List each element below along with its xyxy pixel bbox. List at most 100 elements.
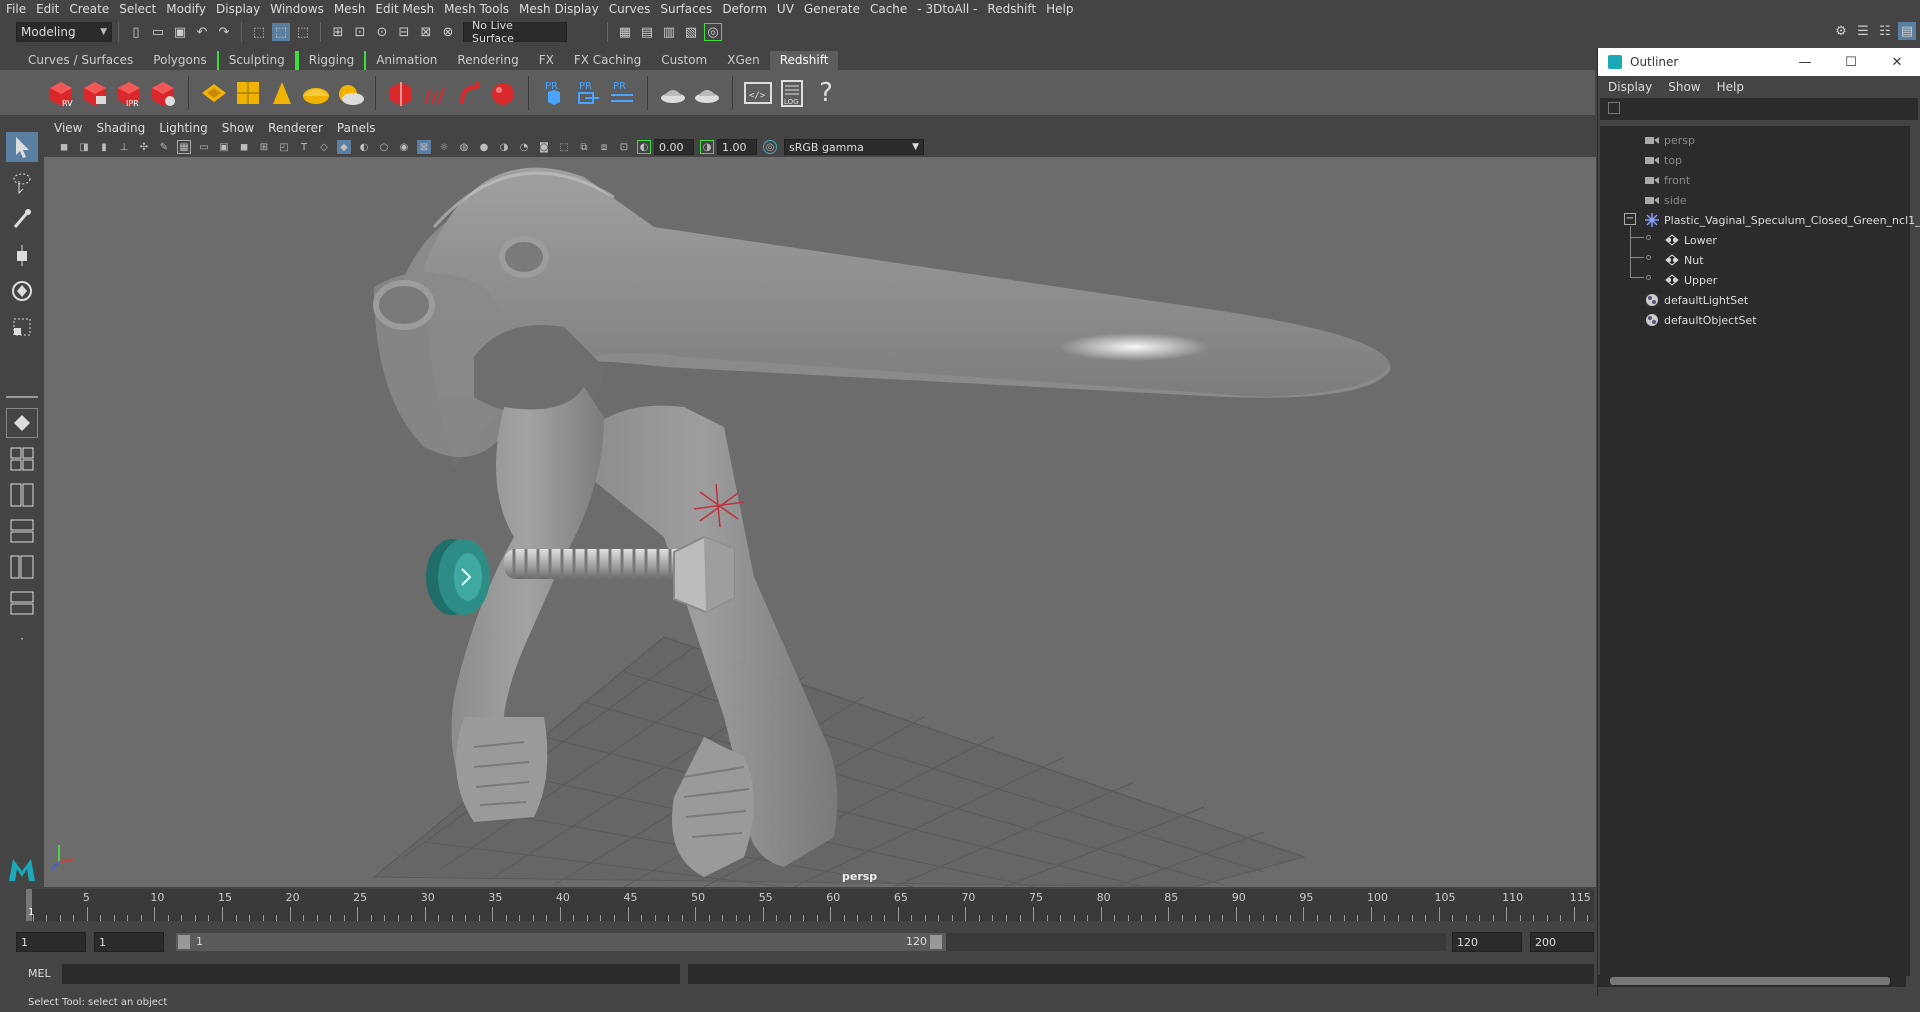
perspective-viewport[interactable] [44, 157, 1596, 887]
snap-surface-icon[interactable]: ⊠ [417, 23, 435, 41]
shelf-tab-curves-surfaces[interactable]: Curves / Surfaces [18, 51, 143, 70]
shelf-tab-redshift[interactable]: Redshift [769, 51, 839, 70]
persp-graph-layout-icon[interactable] [6, 588, 38, 618]
end-time-field[interactable]: 120 [1452, 932, 1522, 952]
hypershade-icon[interactable]: ◎ [704, 23, 722, 41]
redshift-help-icon[interactable]: ? [811, 77, 841, 109]
menu-file[interactable]: File [6, 2, 36, 16]
tool-settings-icon[interactable]: ☷ [1876, 22, 1894, 40]
range-end-handle[interactable] [930, 935, 942, 949]
scale-tool-icon[interactable] [6, 312, 38, 342]
shelf-tab-xgen[interactable]: XGen [717, 51, 770, 70]
outliner-item-side[interactable]: side [1644, 190, 1687, 210]
menu-3dtoall[interactable]: - 3DtoAll - [917, 2, 987, 16]
outliner-menu-display[interactable]: Display [1608, 80, 1668, 94]
use-default-material-icon[interactable]: ◐ [357, 140, 371, 154]
camera-select-icon[interactable]: ◼ [57, 140, 71, 154]
collapse-toggle-icon[interactable]: − [1624, 213, 1636, 225]
outliner-horizontal-scrollbar[interactable] [1598, 975, 1906, 987]
outliner-search-field[interactable] [1600, 98, 1918, 120]
outliner-item-lower[interactable]: Lower [1664, 230, 1717, 250]
anim-end-field[interactable]: 200 [1530, 932, 1594, 952]
select-object-icon[interactable]: ⬚ [272, 23, 290, 41]
shelf-tab-animation[interactable]: Animation [366, 51, 447, 70]
grease-pencil-icon[interactable]: ✎ [157, 140, 171, 154]
gamma-icon[interactable]: ◑ [700, 140, 714, 154]
render-settings-icon[interactable]: ▧ [682, 23, 700, 41]
field-chart-icon[interactable]: ⊞ [257, 140, 271, 154]
select-component-icon[interactable]: ⬚ [294, 23, 312, 41]
menu-mesh-display[interactable]: Mesh Display [519, 2, 609, 16]
shelf-tab-rigging[interactable]: Rigging [296, 51, 367, 70]
xray-joints-icon[interactable]: ⧉ [577, 140, 591, 154]
shelf-tab-sculpting[interactable]: Sculpting [216, 51, 297, 70]
menu-select[interactable]: Select [119, 2, 166, 16]
outliner-layout-icon[interactable] [6, 552, 38, 582]
shelf-tab-fx[interactable]: FX [529, 51, 564, 70]
image-plane-icon[interactable]: ⊥ [117, 140, 131, 154]
xray-active-components-icon[interactable]: ⧈ [597, 140, 611, 154]
time-slider[interactable]: 5 10 15 20 25 30 35 40 45 50 55 60 65 70 75 80 85 90 95 100… [26, 889, 1594, 921]
bookmark-icon[interactable]: ▮ [97, 140, 111, 154]
wireframe-icon[interactable]: ◇ [317, 140, 331, 154]
maximize-icon[interactable]: ☐ [1828, 55, 1874, 70]
2d-pan-zoom-icon[interactable]: ✣ [137, 140, 151, 154]
redshift-shader-ball-icon[interactable] [658, 77, 688, 109]
menu-surfaces[interactable]: Surfaces [660, 2, 722, 16]
textured-icon[interactable]: ◉ [397, 140, 411, 154]
redo-icon[interactable]: ↷ [215, 23, 233, 41]
menu-deform[interactable]: Deform [722, 2, 777, 16]
redshift-log-icon[interactable]: LOG [777, 77, 807, 109]
isolate-select-icon[interactable]: ⬚ [557, 140, 571, 154]
redshift-sphere-icon[interactable] [488, 77, 518, 109]
redshift-ies-light-icon[interactable] [267, 77, 297, 109]
redshift-volume-icon[interactable] [420, 77, 450, 109]
redshift-sun-sky-icon[interactable] [335, 77, 365, 109]
shelf-tab-polygons[interactable]: Polygons [143, 51, 216, 70]
x-ray-icon[interactable]: ⊠ [417, 140, 431, 154]
viewport-menu-renderer[interactable]: Renderer [268, 121, 337, 135]
snap-grid-icon[interactable]: ⊞ [329, 23, 347, 41]
render-frame-icon[interactable]: ▦ [616, 23, 634, 41]
visibility-dot[interactable] [1646, 255, 1651, 260]
use-all-lights-icon[interactable]: ☼ [437, 140, 451, 154]
motion-blur-icon[interactable]: ◑ [497, 140, 511, 154]
open-scene-icon[interactable]: ▭ [149, 23, 167, 41]
menu-help[interactable]: Help [1046, 2, 1083, 16]
undo-icon[interactable]: ↶ [193, 23, 211, 41]
outliner-menu-show[interactable]: Show [1668, 80, 1716, 94]
command-input[interactable] [62, 964, 680, 984]
select-tool-icon[interactable] [6, 132, 38, 162]
outliner-item-front[interactable]: front [1644, 170, 1690, 190]
expand-layouts-icon[interactable]: · [6, 624, 38, 654]
menu-mesh-tools[interactable]: Mesh Tools [444, 2, 519, 16]
ipr-render-icon[interactable]: ▥ [660, 23, 678, 41]
viewport-menu-show[interactable]: Show [222, 121, 268, 135]
wireframe-on-shaded-icon[interactable]: ○ [377, 140, 391, 154]
anim-start-field[interactable]: 1 [94, 932, 164, 952]
mel-label[interactable]: MEL [28, 967, 51, 980]
save-scene-icon[interactable]: ▣ [171, 23, 189, 41]
modeling-toolkit-icon[interactable]: ⚙ [1832, 22, 1850, 40]
gate-mask-icon[interactable]: ◼ [237, 140, 251, 154]
redshift-ipr-icon[interactable]: IPR [114, 77, 144, 109]
shelf-tab-rendering[interactable]: Rendering [447, 51, 528, 70]
redshift-render-view-icon[interactable]: RV [46, 77, 76, 109]
menu-generate[interactable]: Generate [804, 2, 870, 16]
menu-redshift[interactable]: Redshift [987, 2, 1046, 16]
redshift-render-icon[interactable] [80, 77, 110, 109]
workspace-dropdown[interactable]: Modeling ▼ [16, 22, 112, 42]
redshift-script-icon[interactable]: </> [743, 77, 773, 109]
single-perspective-layout-icon[interactable] [6, 408, 38, 438]
viewport-menu-shading[interactable]: Shading [96, 121, 159, 135]
scrollbar-thumb[interactable] [1610, 977, 1890, 985]
depth-of-field-icon[interactable]: ◙ [537, 140, 551, 154]
shadows-icon[interactable]: ◍ [457, 140, 471, 154]
new-scene-icon[interactable]: ▯ [127, 23, 145, 41]
redshift-proxy-convert-icon[interactable]: PR [607, 77, 637, 109]
redshift-proxy-export-icon[interactable]: PR [539, 77, 569, 109]
outliner-item-top[interactable]: top [1644, 150, 1682, 170]
redshift-proxy-icon[interactable] [386, 77, 416, 109]
shelf-tab-custom[interactable]: Custom [651, 51, 717, 70]
paint-select-tool-icon[interactable] [6, 204, 38, 234]
